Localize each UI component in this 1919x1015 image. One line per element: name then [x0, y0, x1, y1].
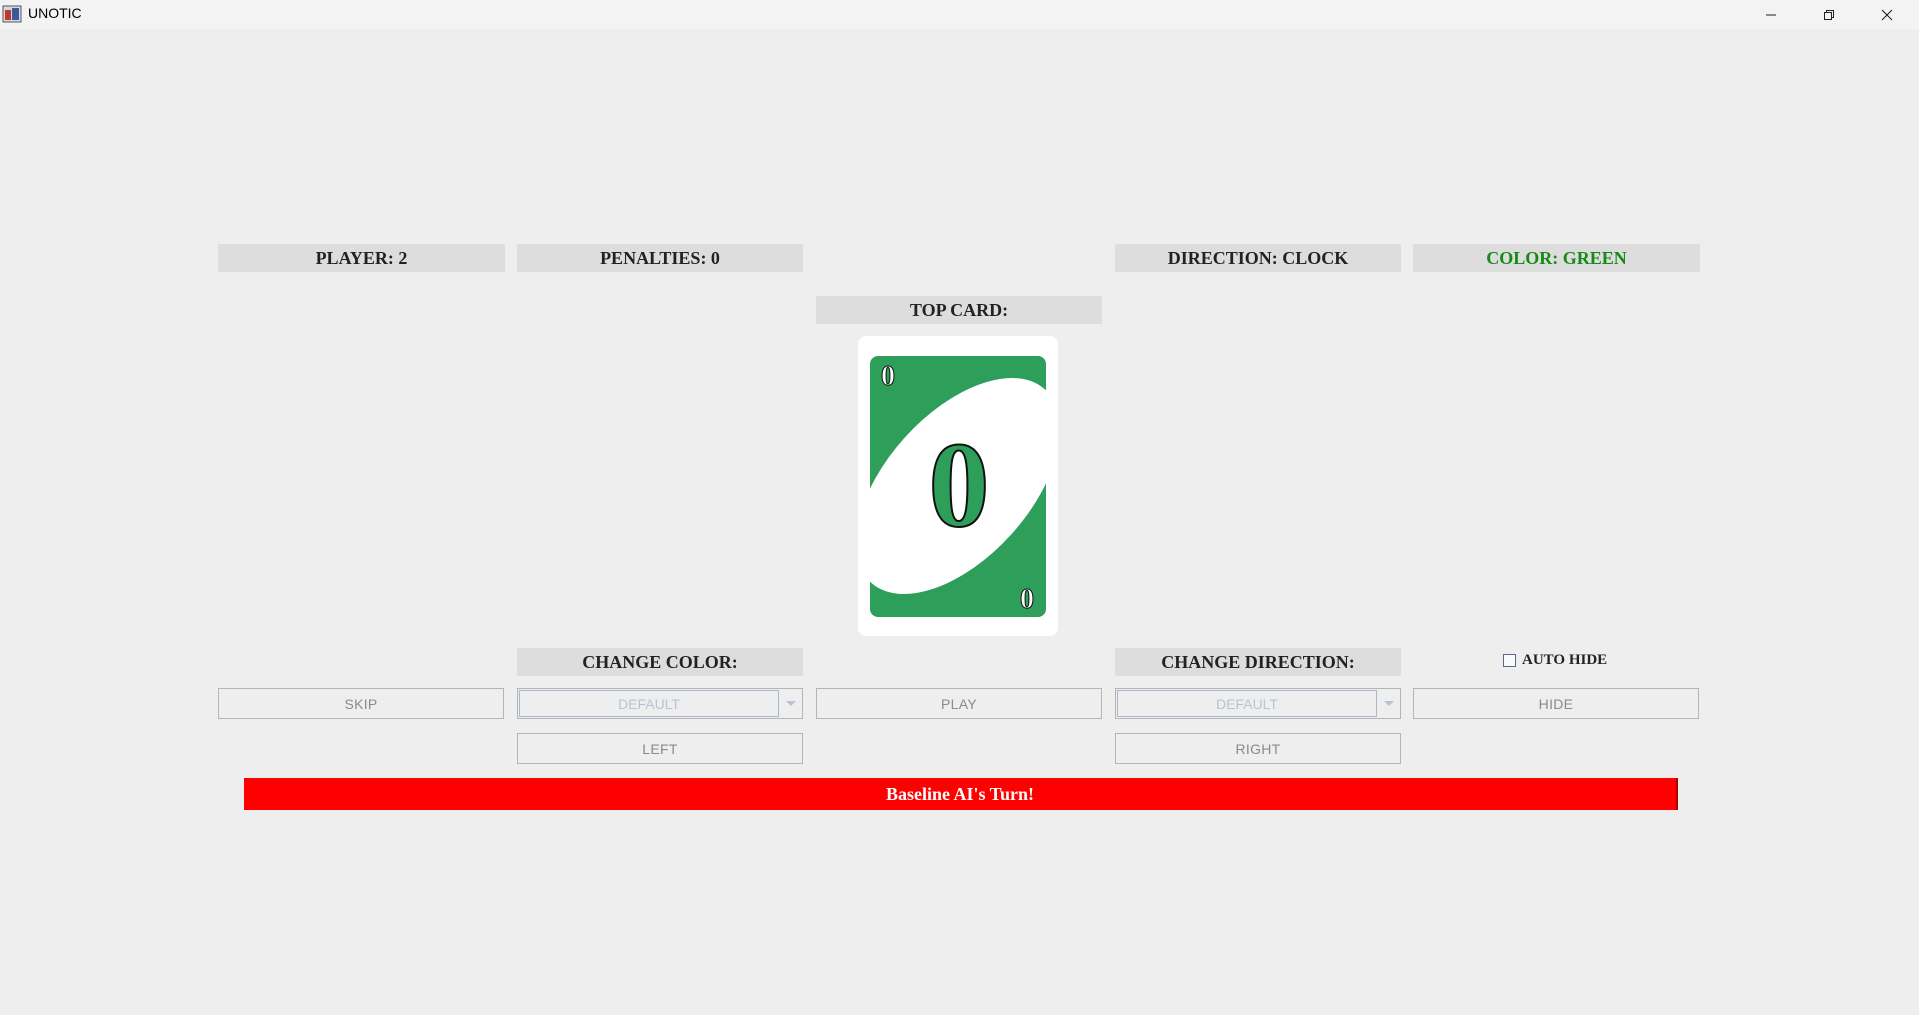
close-icon [1881, 9, 1893, 21]
direction-select-value: DEFAULT [1117, 690, 1377, 717]
close-button[interactable] [1858, 0, 1916, 29]
auto-hide-label: AUTO HIDE [1522, 652, 1608, 668]
color-select[interactable]: DEFAULT [517, 688, 803, 719]
change-direction-label: CHANGE DIRECTION: [1115, 648, 1401, 676]
right-button[interactable]: RIGHT [1115, 733, 1401, 764]
chevron-down-icon[interactable] [1378, 689, 1400, 718]
minimize-button[interactable] [1742, 0, 1800, 29]
restore-button[interactable] [1800, 0, 1858, 29]
direction-label: DIRECTION: CLOCK [1115, 244, 1401, 272]
auto-hide-toggle[interactable]: AUTO HIDE [1503, 652, 1607, 669]
card-corner-number-bottom: 0 [1020, 584, 1034, 615]
restore-icon [1823, 9, 1835, 21]
app-icon [2, 4, 22, 24]
direction-select[interactable]: DEFAULT [1115, 688, 1401, 719]
top-card-label: TOP CARD: [816, 296, 1102, 324]
chevron-down-icon[interactable] [780, 689, 802, 718]
color-select-value: DEFAULT [519, 690, 779, 717]
auto-hide-checkbox[interactable] [1503, 654, 1516, 667]
play-button[interactable]: PLAY [816, 688, 1102, 719]
status-message: Baseline AI's Turn! [244, 778, 1678, 810]
card-corner-number-top: 0 [881, 361, 895, 392]
player-label: PLAYER: 2 [218, 244, 505, 272]
change-color-label: CHANGE COLOR: [517, 648, 803, 676]
left-button[interactable]: LEFT [517, 733, 803, 764]
hide-button[interactable]: HIDE [1413, 688, 1699, 719]
window-title: UNOTIC [28, 5, 82, 21]
color-label: COLOR: GREEN [1413, 244, 1700, 272]
title-bar: UNOTIC [0, 0, 1919, 29]
top-card: 0 0 0 [858, 336, 1058, 636]
penalties-label: PENALTIES: 0 [517, 244, 803, 272]
minimize-icon [1765, 9, 1777, 21]
skip-button[interactable]: SKIP [218, 688, 504, 719]
card-center-number: 0 [929, 418, 990, 553]
top-card-face: 0 0 0 [870, 356, 1046, 617]
